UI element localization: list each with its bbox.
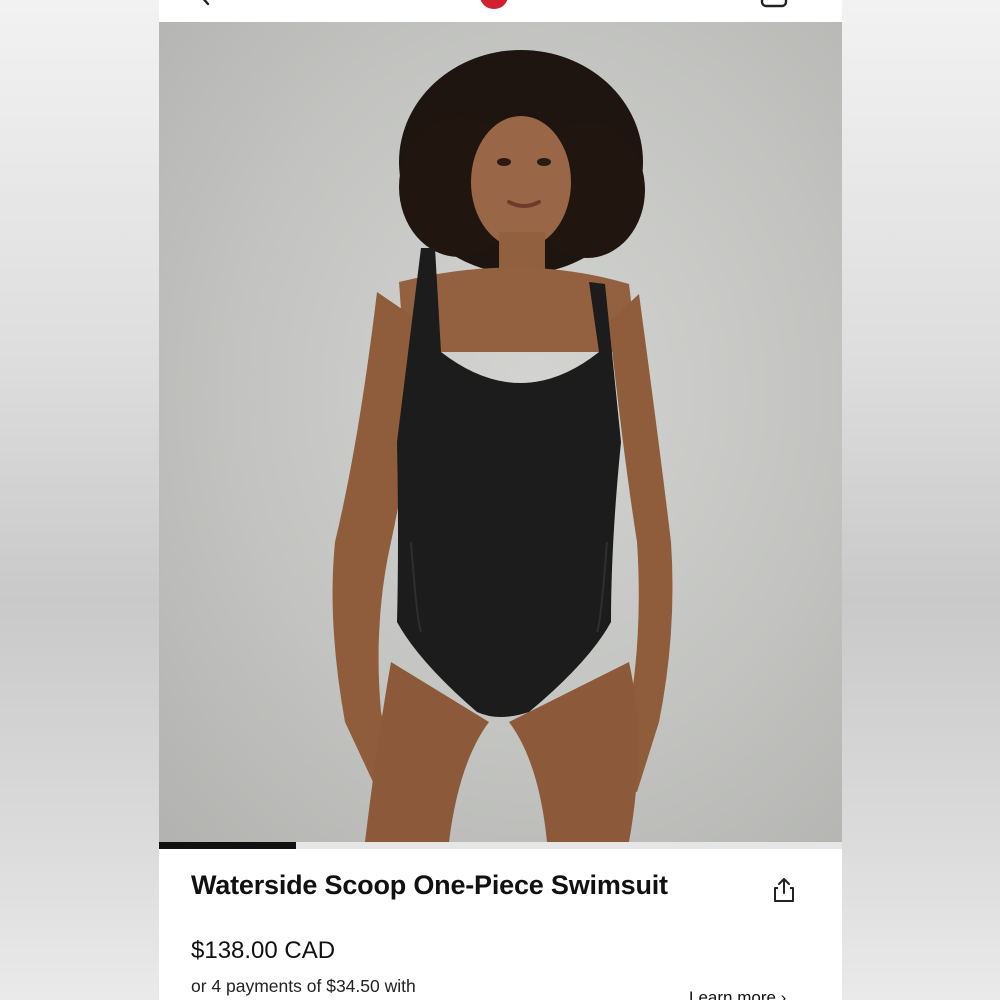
back-chevron-icon[interactable] — [195, 0, 215, 6]
carousel-progress-track — [159, 842, 842, 849]
background-left — [0, 0, 159, 1000]
product-image[interactable] — [159, 22, 842, 842]
shopping-bag-icon[interactable] — [759, 0, 789, 8]
brand-logo-icon[interactable] — [479, 0, 509, 10]
top-bar — [159, 0, 842, 22]
installment-info: or 4 payments of $34.50 with — [191, 976, 416, 996]
learn-more-link[interactable]: Learn more › — [689, 988, 786, 1000]
model-photo-illustration — [332, 50, 673, 842]
product-title: Waterside Scoop One-Piece Swimsuit — [191, 870, 668, 900]
carousel-progress-indicator — [159, 842, 296, 849]
product-price: $138.00 CAD — [191, 937, 336, 964]
background-right — [842, 0, 1000, 1000]
share-icon[interactable] — [771, 876, 797, 904]
product-page: Waterside Scoop One-Piece Swimsuit $138.… — [159, 0, 842, 1000]
